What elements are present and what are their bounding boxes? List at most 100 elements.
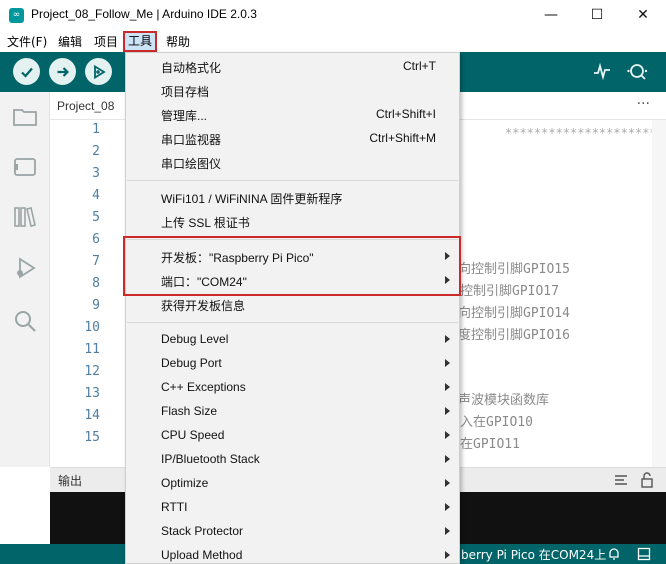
editor-scrollbar[interactable] [652,120,666,467]
code-line: 在GPIO11 [460,437,520,452]
tools-menu-item-3-5[interactable]: IP/Bluetooth Stack [126,448,459,472]
tools-menu-item-3-1[interactable]: Debug Port [126,352,459,376]
submenu-arrow-icon [445,383,450,391]
tab-more-icon[interactable]: ··· [637,96,650,112]
tools-menu-item-3-0[interactable]: Debug Level [126,328,459,352]
lock-icon[interactable] [640,472,654,488]
line-number: 5 [92,210,100,225]
menu-separator [127,322,458,323]
menu-item-label: 管理库... [161,109,208,123]
tools-menu-item-2-2[interactable]: 获得开发板信息 [126,293,459,317]
serial-plotter-icon[interactable] [592,61,612,85]
menu-help[interactable]: 帮助 [166,33,190,50]
tools-menu-item-1-1[interactable]: 上传 SSL 根证书 [126,210,459,234]
arrow-right-icon [57,66,69,77]
menu-item-label: C++ Exceptions [161,380,246,394]
code-line: 入在GPIO10 [460,415,533,430]
code-line: 控制引脚GPIO17 [460,284,559,299]
menu-edit[interactable]: 编辑 [58,33,82,50]
folder-icon[interactable] [12,104,38,130]
tools-menu-item-3-7[interactable]: RTTI [126,496,459,520]
tools-menu-item-0-0[interactable]: 自动格式化 Ctrl+T [126,55,459,79]
line-number: 15 [84,430,100,445]
minimize-button[interactable]: — [528,0,574,30]
submenu-arrow-icon [445,359,450,367]
close-button[interactable]: ✕ [620,0,666,30]
tools-menu-item-3-9[interactable]: Upload Method [126,544,459,563]
board-port-highlight [123,236,461,296]
submenu-arrow-icon [445,527,450,535]
sidebar [0,92,50,467]
tools-menu: 自动格式化 Ctrl+T 项目存档 管理库... Ctrl+Shift+I 串口监视器 Ct… [125,52,460,564]
tools-menu-item-0-4[interactable]: 串口绘图仪 [126,151,459,175]
tools-menu-item-0-3[interactable]: 串口监视器 Ctrl+Shift+M [126,127,459,151]
menu-item-label: 串口绘图仪 [161,157,222,171]
menu-separator [127,180,458,181]
submenu-arrow-icon [445,407,450,415]
menu-item-label: IP/Bluetooth Stack [161,452,260,466]
submenu-arrow-icon [445,455,450,463]
output-title: 输出 [58,474,83,488]
line-number: 6 [92,232,100,247]
library-icon[interactable] [12,204,38,230]
menu-item-label: Upload Method [161,548,243,562]
line-number: 14 [84,408,100,423]
tools-menu-item-3-2[interactable]: C++ Exceptions [126,376,459,400]
line-number: 10 [84,320,100,335]
line-number: 7 [92,254,100,269]
menu-item-label: Optimize [161,476,209,490]
line-number: 1 [92,122,100,137]
tools-menu-item-3-3[interactable]: Flash Size [126,400,459,424]
tools-menu-item-3-6[interactable]: Optimize [126,472,459,496]
menu-item-label: Stack Protector [161,524,244,538]
tools-menu-item-3-8[interactable]: Stack Protector [126,520,459,544]
line-number: 13 [84,386,100,401]
menu-item-label: 项目存档 [161,85,210,99]
tab-sketch[interactable]: Project_08 [57,99,114,113]
menu-item-label: 上传 SSL 根证书 [161,216,250,230]
arduino-logo-icon: ∞ [9,8,24,23]
tools-menu-item-0-1[interactable]: 项目存档 [126,79,459,103]
line-number: 11 [84,342,100,357]
submenu-arrow-icon [445,479,450,487]
panel-icon[interactable] [637,547,651,561]
line-number: 12 [84,364,100,379]
board-port-status: berry Pi Pico 在COM24上 [461,548,607,562]
window-title: Project_08_Follow_Me | Arduino IDE 2.0.3 [31,7,257,21]
menu-item-label: Debug Port [161,356,222,370]
menu-item-label: Debug Level [161,332,229,346]
menu-item-label: 自动格式化 [161,61,222,75]
menu-file[interactable]: 文件(F) [7,33,47,50]
board-manager-icon[interactable] [12,154,38,180]
upload-button[interactable] [49,58,76,85]
line-number: 9 [92,298,100,313]
code-line: 度控制引脚GPIO16 [458,328,570,343]
clear-output-icon[interactable] [614,474,628,486]
submenu-arrow-icon [445,551,450,559]
maximize-button[interactable]: ☐ [574,0,620,30]
debug-play-icon [93,64,106,79]
menu-item-label: RTTI [161,500,188,514]
debug-icon[interactable] [12,256,38,282]
line-number: 4 [92,188,100,203]
code-line: 声波模块函数库 [458,393,550,408]
menu-tools[interactable]: 工具 [123,31,158,52]
search-icon[interactable] [12,308,38,334]
line-number: 3 [92,166,100,181]
serial-monitor-icon[interactable] [626,61,650,85]
submenu-arrow-icon [445,335,450,343]
tools-menu-item-1-0[interactable]: WiFi101 / WiFiNINA 固件更新程序 [126,186,459,210]
menu-item-shortcut: Ctrl+T [403,59,436,73]
menu-item-label: 获得开发板信息 [161,299,246,313]
title-bar: ∞ Project_08_Follow_Me | Arduino IDE 2.0… [0,0,666,30]
debug-button[interactable] [85,58,112,85]
menu-item-label: 串口监视器 [161,133,222,147]
code-line: 向控制引脚GPIO15 [458,262,570,277]
submenu-arrow-icon [445,503,450,511]
menu-sketch[interactable]: 项目 [94,33,118,50]
submenu-arrow-icon [445,431,450,439]
verify-button[interactable] [13,58,40,85]
tools-menu-item-0-2[interactable]: 管理库... Ctrl+Shift+I [126,103,459,127]
bell-icon[interactable] [607,547,621,561]
tools-menu-item-3-4[interactable]: CPU Speed [126,424,459,448]
